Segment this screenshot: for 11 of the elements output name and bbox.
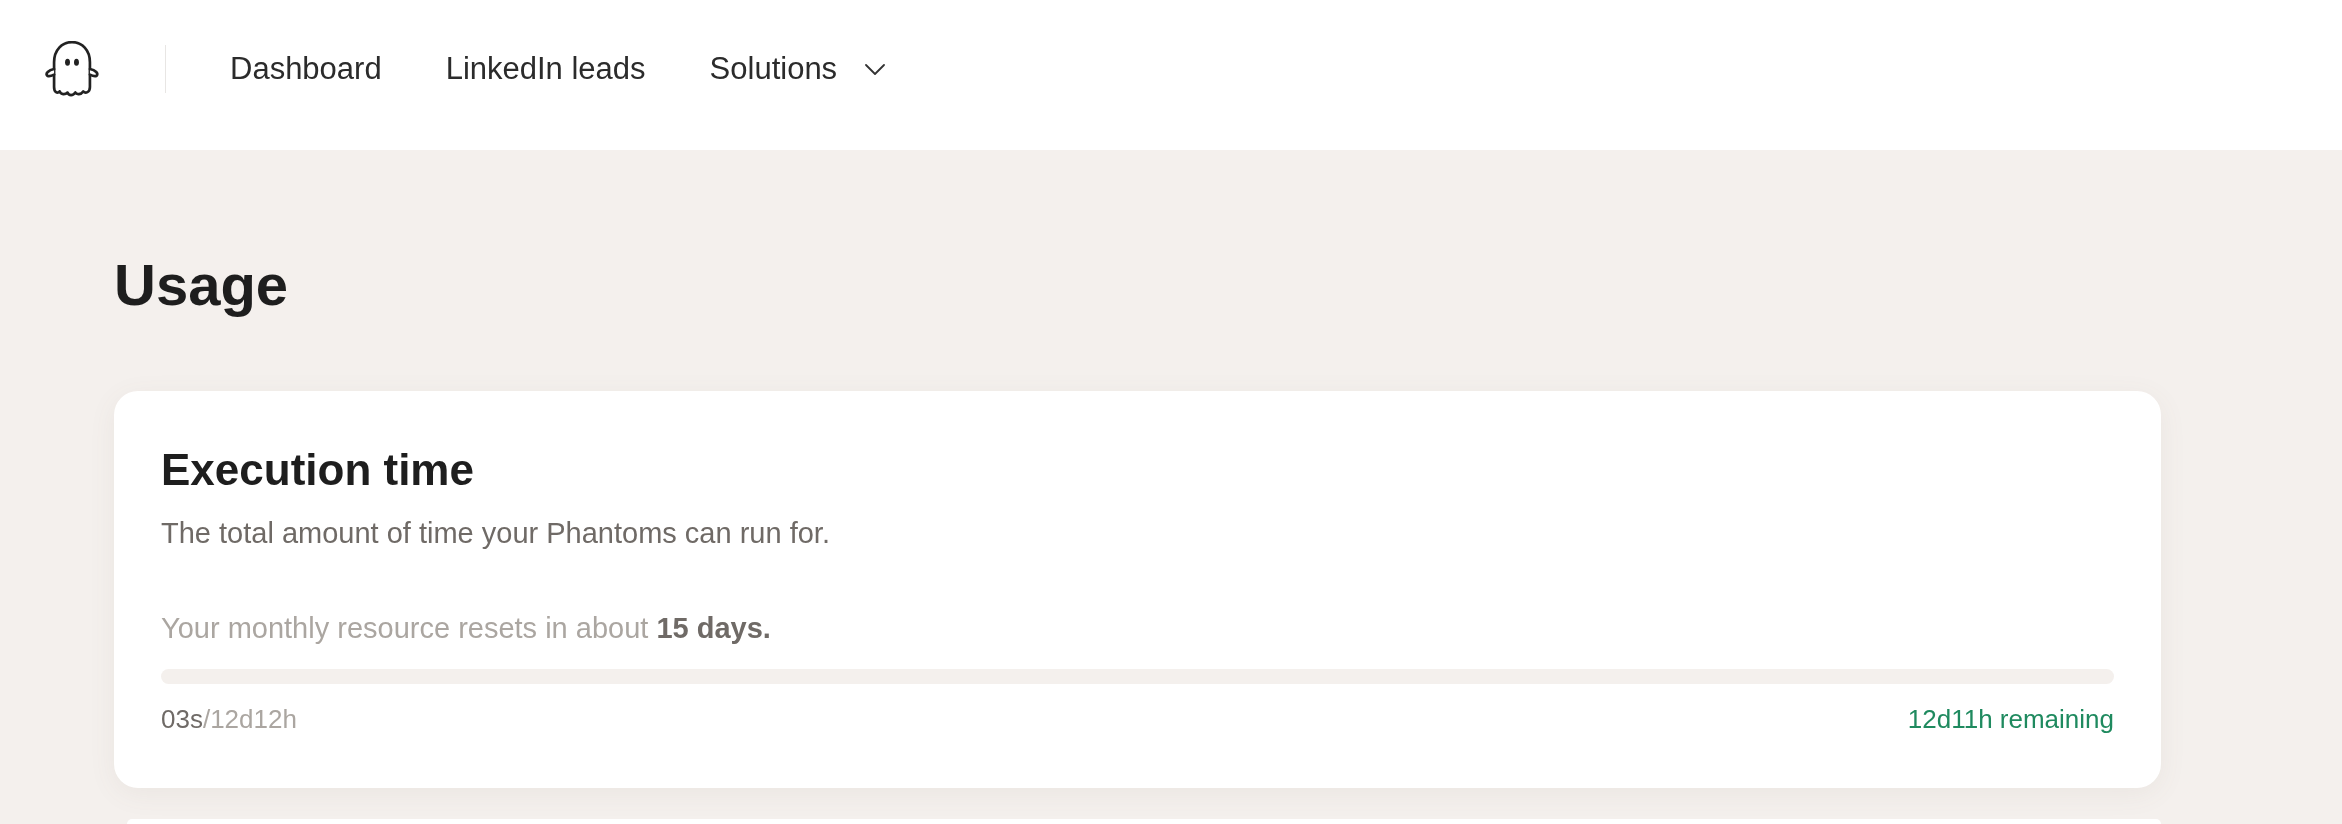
page-title: Usage (114, 251, 289, 319)
nav-link[interactable]: LinkedIn leads (445, 50, 646, 88)
chevron-down-icon (865, 63, 886, 75)
card-title: Execution time (161, 443, 474, 496)
remaining-time: 12d11h remaining (1907, 704, 2114, 736)
card-description: The total amount of time your Phantoms can run for. (161, 516, 830, 552)
nav-dropdown[interactable]: Solutions (709, 50, 886, 88)
ghost-icon[interactable] (44, 41, 100, 97)
nav-link[interactable]: Dashboard (230, 50, 382, 88)
usage-reading: 03s/12d12h (161, 704, 297, 736)
reset-note: Your monthly resource resets in about 15 days. (161, 611, 771, 646)
